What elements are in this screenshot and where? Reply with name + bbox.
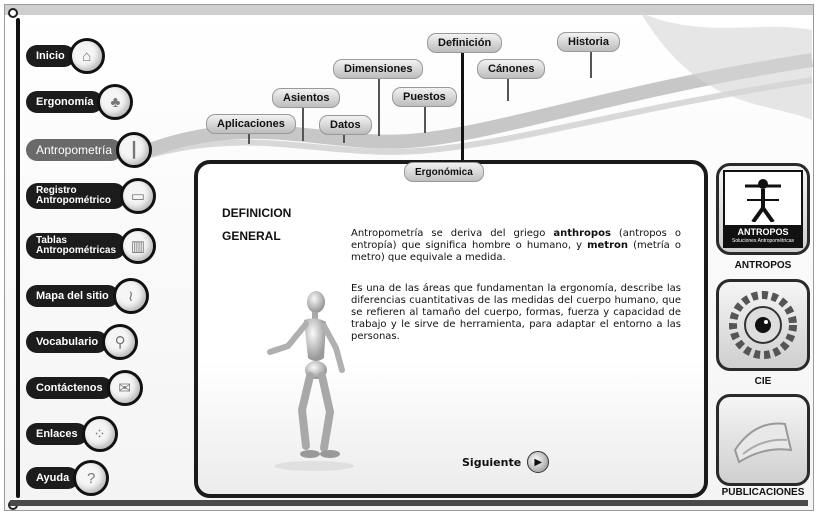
nav-label: Ayuda [26, 467, 80, 489]
tab-stem [461, 50, 464, 162]
gear-eye-icon [729, 291, 797, 359]
tab-dimensiones[interactable]: Dimensiones [333, 59, 424, 79]
bar-chart-icon: ▥ [120, 228, 156, 264]
nav-label: Antropometría [26, 139, 123, 161]
tab-definicion[interactable]: Definición [427, 33, 503, 53]
map-icon: ≀ [112, 278, 149, 314]
heading-general: GENERAL [222, 229, 281, 243]
antropos-logo-text: ANTROPOS [737, 227, 789, 237]
tab-historia[interactable]: Historia [557, 32, 620, 52]
tab-puestos[interactable]: Puestos [392, 87, 457, 107]
nav-item-tablas-antropometricas[interactable]: Tablas Antropométricas ▥ [26, 228, 156, 264]
nav-item-enlaces[interactable]: Enlaces ⁘ [26, 416, 118, 452]
description-paragraph: Es una de las áreas que fundamentan la e… [351, 283, 681, 342]
cie-label: CIE [754, 376, 772, 387]
vitruvian-figure-icon [745, 179, 781, 222]
tab-datos[interactable]: Datos [319, 115, 372, 135]
antropos-logo-subtext: Soluciones Antropométricas [732, 238, 794, 244]
nav-item-mapa-del-sitio[interactable]: Mapa del sitio ≀ [26, 278, 149, 314]
tab-stem [378, 74, 380, 136]
house-icon: ⌂ [68, 38, 105, 74]
heading-definicion: DEFINICION [222, 206, 292, 220]
nav-item-vocabulario[interactable]: Vocabulario ⚲ [26, 324, 139, 360]
ruler-figure-icon: ┃ [116, 132, 153, 168]
nav-label: Contáctenos [26, 377, 113, 399]
definition-paragraph: Antropometría se deriva del griego anthr… [351, 228, 681, 263]
nav-item-inicio[interactable]: Inicio ⌂ [26, 38, 105, 74]
mouse-icon: ▭ [120, 178, 156, 214]
nav-label: Registro Antropométrico [26, 183, 126, 209]
magnifier-icon: ⚲ [102, 324, 139, 360]
tab-canones[interactable]: Cánones [477, 59, 546, 79]
question-icon: ? [73, 460, 110, 496]
runner-icon: ♣ [97, 84, 134, 120]
nav-item-antropometria[interactable]: Antropometría ┃ [26, 132, 153, 168]
tab-stem [302, 103, 304, 141]
antropos-logo-button[interactable]: ANTROPOS Soluciones Antropométricas [716, 163, 810, 255]
nav-item-contactenos[interactable]: Contáctenos ✉ [26, 370, 143, 406]
tab-asientos[interactable]: Asientos [272, 88, 341, 108]
nav-label: Vocabulario [26, 331, 109, 353]
cie-logo-button[interactable] [716, 279, 810, 371]
nav-label: Ergonomía [26, 91, 104, 113]
tab-stem [590, 48, 592, 78]
nav-label: Inicio [26, 45, 75, 67]
tab-stem [424, 103, 426, 133]
play-arrow-icon[interactable]: ▶ [527, 451, 550, 473]
next-label: Siguiente [462, 455, 522, 469]
publicaciones-button[interactable] [716, 394, 810, 486]
nav-item-registro-antropometrico[interactable]: Registro Antropométrico ▭ [26, 178, 156, 214]
envelope-icon: ✉ [106, 370, 143, 406]
publicaciones-label: PUBLICACIONES [721, 487, 805, 498]
nav-label: Enlaces [26, 423, 88, 445]
nav-label: Tablas Antropométricas [26, 233, 126, 259]
antropos-logo-icon: ANTROPOS Soluciones Antropométricas [723, 170, 803, 248]
nav-item-ayuda[interactable]: Ayuda? [26, 460, 110, 496]
network-icon: ⁘ [81, 416, 118, 452]
panel-tab-ergonomica[interactable]: Ergonómica [404, 162, 484, 182]
book-icon [733, 422, 793, 464]
next-button[interactable]: Siguiente ▶ [462, 451, 550, 473]
nav-item-ergonomia[interactable]: Ergonomía ♣ [26, 84, 134, 120]
nav-label: Mapa del sitio [26, 285, 119, 307]
antropos-label: ANTROPOS [734, 260, 792, 271]
tab-aplicaciones[interactable]: Aplicaciones [206, 114, 296, 134]
wooden-mannequin-image [267, 291, 354, 471]
